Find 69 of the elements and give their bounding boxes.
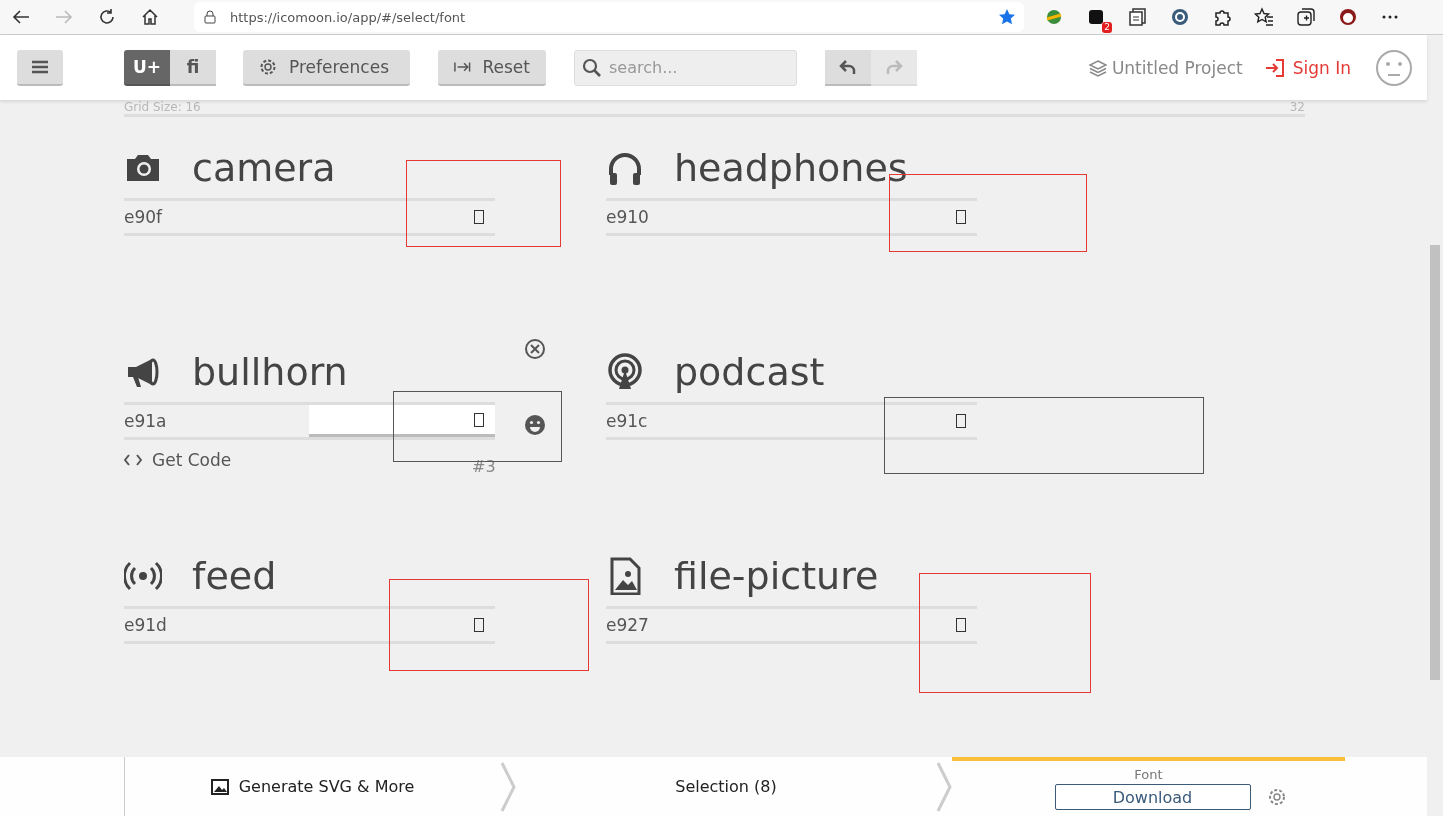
glyph-name[interactable]: podcast xyxy=(674,347,825,397)
reload-icon xyxy=(98,8,116,26)
image-icon xyxy=(210,778,229,795)
mode-tab[interactable]: U+ xyxy=(124,49,170,86)
broadcast-icon xyxy=(606,353,644,391)
search-icon xyxy=(582,57,602,78)
menu-icon xyxy=(32,59,48,74)
url-text: https://icomoon.io/app/#/select/font xyxy=(230,9,466,25)
favorites-icon[interactable] xyxy=(1254,7,1274,27)
glyph-code: e910 xyxy=(606,207,650,227)
glyph-code: e90f xyxy=(124,207,164,227)
star-icon[interactable] xyxy=(998,8,1016,26)
smiley-icon[interactable] xyxy=(524,414,546,436)
chevron-icon xyxy=(936,760,952,813)
chevron-icon xyxy=(500,760,516,813)
glyph-code: e91a xyxy=(124,411,168,431)
circle-icon[interactable] xyxy=(1170,7,1190,27)
missing-glyph-icon xyxy=(956,210,966,224)
settings-icon xyxy=(259,57,277,76)
grid-size-value: 32 xyxy=(1289,100,1305,114)
generate-tab[interactable]: Generate SVG & More xyxy=(125,757,500,816)
download-button[interactable]: Download xyxy=(1054,784,1251,810)
pages-icon[interactable] xyxy=(1128,7,1148,27)
grid-size-label: Grid Size: 16 xyxy=(124,100,201,114)
notification-badge: 2 xyxy=(1102,22,1112,33)
glyph-name[interactable]: file-picture xyxy=(674,551,879,601)
missing-glyph-icon xyxy=(474,618,484,632)
redo-icon xyxy=(885,58,903,75)
font-label: Font xyxy=(1134,767,1163,782)
missing-glyph-icon xyxy=(956,414,966,428)
home-icon xyxy=(141,8,159,26)
undo-icon xyxy=(839,58,857,75)
undo-button[interactable] xyxy=(825,49,871,86)
settings-icon[interactable] xyxy=(1266,787,1287,807)
globe-icon[interactable] xyxy=(1044,7,1064,27)
glyph-name[interactable]: headphones xyxy=(674,143,908,193)
scrollbar-thumb[interactable] xyxy=(1430,245,1440,680)
glyph-name[interactable]: feed xyxy=(192,551,277,601)
code-brackets-icon xyxy=(124,454,142,466)
back-icon xyxy=(12,9,30,25)
glyph-name[interactable]: camera xyxy=(192,143,336,193)
puzzle-icon[interactable] xyxy=(1212,7,1232,27)
glyph-code: e927 xyxy=(606,615,650,635)
address-bar[interactable]: https://icomoon.io/app/#/select/font xyxy=(194,2,1024,32)
missing-glyph-icon xyxy=(956,618,966,632)
missing-glyph-icon xyxy=(474,412,484,427)
font-tab[interactable]: Font Download xyxy=(952,757,1345,816)
missing-glyph-icon xyxy=(474,210,484,224)
glyph-field[interactable] xyxy=(309,405,495,437)
reset-button[interactable]: Reset xyxy=(438,49,546,86)
extension-icon[interactable] xyxy=(1086,7,1106,27)
mode-tab[interactable]: fi xyxy=(170,49,216,86)
layers-icon xyxy=(1087,58,1108,77)
project-title[interactable]: Untitled Project xyxy=(1111,57,1243,78)
menu-button[interactable] xyxy=(17,49,63,86)
search-field[interactable]: search... xyxy=(574,49,797,86)
sign-in-icon xyxy=(1264,58,1285,77)
glyph-name[interactable]: bullhorn xyxy=(192,347,348,397)
lock-icon xyxy=(204,10,216,24)
glyph-code: e91c xyxy=(606,411,649,431)
close-icon[interactable] xyxy=(524,338,546,360)
sign-in-link[interactable]: Sign In xyxy=(1264,57,1351,78)
arrow-to-bar-icon xyxy=(454,59,471,74)
get-code-link[interactable]: Get Code xyxy=(124,450,304,470)
selection-tab[interactable]: Selection (8) xyxy=(516,757,936,816)
profile-icon[interactable] xyxy=(1338,7,1358,27)
glyph-code: e91d xyxy=(124,615,168,635)
preferences-button[interactable]: Preferences xyxy=(243,49,410,86)
collections-icon[interactable] xyxy=(1296,7,1316,27)
